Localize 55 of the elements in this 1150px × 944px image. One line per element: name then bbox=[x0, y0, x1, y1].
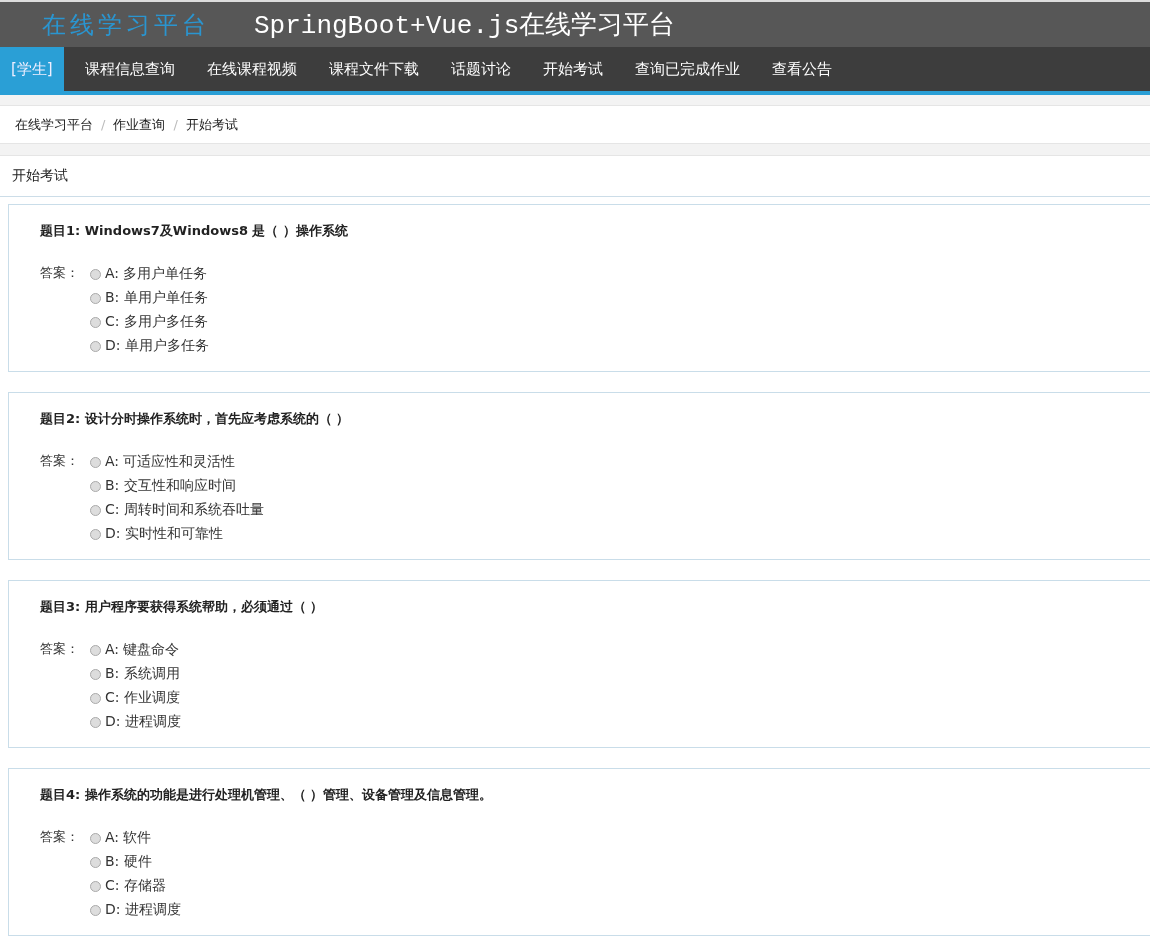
nav-tab[interactable]: 话题讨论 bbox=[434, 47, 527, 91]
breadcrumb-link[interactable]: 在线学习平台 bbox=[15, 115, 93, 134]
radio-button[interactable] bbox=[90, 292, 101, 304]
radio-button[interactable] bbox=[90, 692, 101, 704]
question-title: 题目1: Windows7及Windows8 是（ ）操作系统 bbox=[40, 222, 349, 240]
nav-tab[interactable]: 在线课程视频 bbox=[190, 47, 313, 91]
answer-option[interactable]: C: 存储器 bbox=[90, 876, 181, 896]
nav-tab[interactable]: 课程信息查询 bbox=[68, 47, 191, 91]
answer-option[interactable]: D: 进程调度 bbox=[90, 900, 181, 920]
radio-button[interactable] bbox=[90, 268, 101, 280]
nav-tab[interactable]: 开始考试 bbox=[526, 47, 619, 91]
answer-option[interactable]: C: 多用户多任务 bbox=[90, 312, 209, 332]
radio-button[interactable] bbox=[90, 716, 101, 728]
breadcrumb-separator: / bbox=[173, 117, 178, 132]
radio-button[interactable] bbox=[90, 832, 101, 844]
answer-label: 答案： bbox=[40, 452, 80, 470]
question-title: 题目2: 设计分时操作系统时，首先应考虑系统的（ ） bbox=[40, 410, 351, 428]
radio-button[interactable] bbox=[90, 340, 101, 352]
radio-button[interactable] bbox=[90, 316, 101, 328]
radio-button[interactable] bbox=[90, 480, 101, 492]
radio-button[interactable] bbox=[90, 528, 101, 540]
answer-option[interactable]: B: 硬件 bbox=[90, 852, 181, 872]
answer-label: 答案： bbox=[40, 828, 80, 846]
site-title: SpringBoot+Vue.js在线学习平台 bbox=[254, 10, 676, 42]
answer-option[interactable]: C: 作业调度 bbox=[90, 688, 181, 708]
answer-option[interactable]: A: 多用户单任务 bbox=[90, 264, 209, 284]
panel-title: 开始考试 bbox=[12, 167, 68, 185]
answer-label: 答案： bbox=[40, 264, 80, 282]
site-logo: 在线学习平台 bbox=[42, 9, 210, 41]
answer-option[interactable]: C: 周转时间和系统吞吐量 bbox=[90, 500, 264, 520]
answer-option[interactable]: B: 单用户单任务 bbox=[90, 288, 209, 308]
question-title: 题目4: 操作系统的功能是进行处理机管理、（ ）管理、设备管理及信息管理。 bbox=[40, 786, 494, 804]
breadcrumb-link[interactable]: 作业查询 bbox=[113, 115, 166, 134]
answer-option[interactable]: B: 系统调用 bbox=[90, 664, 181, 684]
breadcrumb-separator: / bbox=[101, 117, 106, 132]
question-title: 题目3: 用户程序要获得系统帮助，必须通过（ ） bbox=[40, 598, 325, 616]
nav-tab[interactable]: 查看公告 bbox=[755, 47, 848, 91]
nav-tab[interactable]: 课程文件下载 bbox=[312, 47, 435, 91]
answer-label: 答案： bbox=[40, 640, 80, 658]
answer-option[interactable]: A: 软件 bbox=[90, 828, 181, 848]
answer-option[interactable]: A: 键盘命令 bbox=[90, 640, 181, 660]
answer-option[interactable]: D: 实时性和可靠性 bbox=[90, 524, 264, 544]
answer-option[interactable]: A: 可适应性和灵活性 bbox=[90, 452, 264, 472]
breadcrumb-link[interactable]: 开始考试 bbox=[185, 115, 238, 134]
radio-button[interactable] bbox=[90, 904, 101, 916]
answer-option[interactable]: B: 交互性和响应时间 bbox=[90, 476, 264, 496]
answer-option[interactable]: D: 单用户多任务 bbox=[90, 336, 209, 356]
answer-option[interactable]: D: 进程调度 bbox=[90, 712, 181, 732]
radio-button[interactable] bbox=[90, 668, 101, 680]
radio-button[interactable] bbox=[90, 644, 101, 656]
radio-button[interactable] bbox=[90, 456, 101, 468]
nav-tab[interactable]: 查询已完成作业 bbox=[618, 47, 756, 91]
radio-button[interactable] bbox=[90, 504, 101, 516]
radio-button[interactable] bbox=[90, 856, 101, 868]
radio-button[interactable] bbox=[90, 880, 101, 892]
